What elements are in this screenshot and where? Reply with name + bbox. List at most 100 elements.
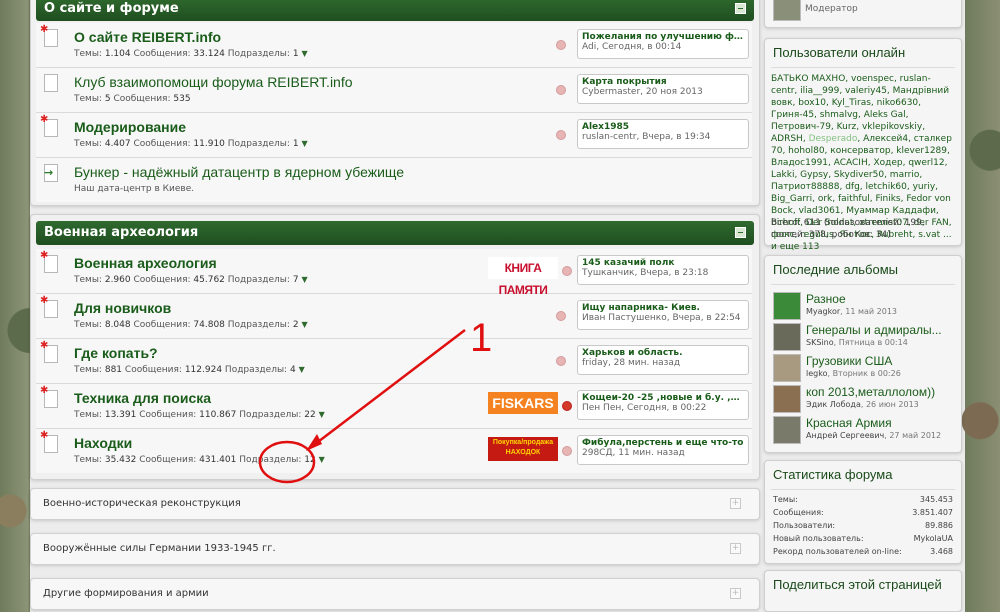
last-post-title[interactable]: 145 казачий полк — [582, 258, 744, 268]
last-post-author[interactable]: Тушканчик — [582, 268, 635, 278]
collapsed-section[interactable]: Вооружённые силы Германии 1933-1945 гг. … — [30, 533, 760, 565]
rss-icon[interactable] — [562, 266, 572, 276]
last-post-author[interactable]: 298СД — [582, 448, 613, 458]
section-header[interactable]: О сайте и форуме — [36, 0, 754, 21]
forum-title[interactable]: Где копать? — [74, 345, 158, 361]
last-post: 145 казачий полк Тушканчик, Вчера, в 23:… — [577, 255, 749, 285]
last-post-author[interactable]: ruslan-centr — [582, 132, 636, 142]
stat-row: Темы: 345.453 — [773, 495, 953, 504]
avatar[interactable] — [773, 0, 801, 21]
album-name[interactable]: Грузовики США — [806, 354, 892, 368]
rss-icon[interactable] — [562, 401, 572, 411]
album-item[interactable]: Красная Армия Андрей Сергеевич, 27 май 2… — [773, 416, 953, 444]
last-post-author[interactable]: Adi — [582, 42, 596, 52]
chevron-down-icon[interactable]: ▼ — [301, 139, 307, 148]
last-post-title[interactable]: Кощеи-20 -25 ,новые и б.у. ,в нали... — [582, 393, 744, 403]
album-thumbnail[interactable] — [773, 292, 801, 320]
chevron-down-icon[interactable]: ▼ — [301, 275, 307, 284]
last-post: Карта покрытия Cybermaster, 20 ноя 2013 — [577, 74, 749, 104]
chevron-down-icon[interactable]: ▼ — [299, 365, 305, 374]
last-post-title[interactable]: Alex1985 — [582, 122, 744, 132]
rss-icon[interactable] — [556, 130, 566, 140]
last-post-time: Вчера, в 19:34 — [642, 132, 711, 142]
forum-row: Бункер - надёжный датацентр в ядерном уб… — [36, 158, 752, 202]
last-post-title[interactable]: Харьков и область. — [582, 348, 744, 358]
expand-icon[interactable]: + — [730, 498, 741, 509]
rss-icon[interactable] — [556, 85, 566, 95]
last-post-title[interactable]: Пожелания по улучшению форума — [582, 32, 744, 42]
album-item[interactable]: Генералы и адмиралы... SKSino, Пятница в… — [773, 323, 953, 351]
forum-stats: Темы: 35.432 Сообщения: 431.401 Подразде… — [74, 455, 325, 465]
banner-nakhodki[interactable]: Покупка/продажа НАХОДОК — [488, 437, 558, 461]
section-title[interactable]: Военно-историческая реконструкция — [43, 498, 241, 509]
rss-icon[interactable] — [556, 40, 566, 50]
section-title[interactable]: О сайте и форуме — [44, 1, 179, 16]
last-post-time: Вчера, в 22:54 — [672, 313, 741, 323]
last-post-author[interactable]: Cybermaster — [582, 87, 640, 97]
forum-row: Находки Темы: 35.432 Сообщения: 431.401 … — [36, 429, 752, 473]
online-title: Пользователи онлайн — [773, 45, 906, 60]
forum-title[interactable]: О сайте REIBERT.info — [74, 29, 221, 45]
chevron-down-icon[interactable]: ▼ — [319, 410, 325, 419]
chevron-down-icon[interactable]: ▼ — [301, 320, 307, 329]
last-post-author[interactable]: friday — [582, 358, 608, 368]
album-thumbnail[interactable] — [773, 354, 801, 382]
album-name[interactable]: Генералы и адмиралы... — [806, 323, 942, 337]
expand-icon[interactable]: + — [730, 543, 741, 554]
forum-stats: Темы: 5 Сообщения: 535 — [74, 94, 191, 104]
forum-row: Военная археология Темы: 2.960 Сообщения… — [36, 249, 752, 297]
chevron-down-icon[interactable]: ▼ — [301, 49, 307, 58]
collapse-icon[interactable] — [735, 227, 746, 238]
last-post-author[interactable]: Пен Пен — [582, 403, 621, 413]
stat-row: Сообщения: 3.851.407 — [773, 508, 953, 517]
stat-row: Рекорд пользователей on-line: 3.468 — [773, 547, 953, 556]
forum-section: О сайте и форуме О сайте REIBERT.info Те… — [30, 0, 760, 206]
stat-row: Пользователи: 89.886 — [773, 521, 953, 530]
forum-title[interactable]: Техника для поиска — [74, 390, 211, 406]
newest-user-link[interactable]: MykolaUA — [914, 534, 953, 543]
link-forum-icon — [42, 164, 58, 184]
section-title[interactable]: Вооружённые силы Германии 1933-1945 гг. — [43, 543, 276, 554]
banner-fiskars[interactable]: FISKARS — [488, 392, 558, 414]
album-name[interactable]: Красная Армия — [806, 416, 892, 430]
section-header[interactable]: Военная археология — [36, 221, 754, 245]
album-item[interactable]: Грузовики США legko, Вторник в 00:26 — [773, 354, 953, 382]
last-post-time: Сегодня, в 00:14 — [601, 42, 682, 52]
rss-icon[interactable] — [556, 311, 566, 321]
last-post-author[interactable]: Иван Пастушенко — [582, 313, 667, 323]
album-name[interactable]: Разное — [806, 292, 846, 306]
collapsed-section[interactable]: Другие формирования и армии + — [30, 578, 760, 610]
rss-icon[interactable] — [562, 446, 572, 456]
last-post-title[interactable]: Фибула,перстень и еще что-то — [582, 438, 744, 448]
forum-row: Клуб взаимопомощи форума REIBERT.info Те… — [36, 68, 752, 113]
forum-title[interactable]: Модерирование — [74, 119, 186, 135]
forum-section: Военная археология Военная археология Те… — [30, 214, 760, 480]
forum-title[interactable]: Бункер - надёжный датацентр в ядерном уб… — [74, 164, 404, 180]
chevron-down-icon[interactable]: ▼ — [319, 455, 325, 464]
album-item[interactable]: коп 2013,металлолом)) Эдик Лобода, 26 ию… — [773, 385, 953, 413]
album-name[interactable]: коп 2013,металлолом)) — [806, 385, 935, 399]
online-users-box: Пользователи онлайн БАТЬКО МАХНО, voensp… — [764, 38, 962, 252]
forum-unread-icon — [40, 24, 58, 49]
forum-stats: Темы: 2.960 Сообщения: 45.762 Подразделы… — [74, 275, 308, 285]
album-item[interactable]: Разное Myagkor, 11 май 2013 — [773, 292, 953, 320]
expand-icon[interactable]: + — [730, 588, 741, 599]
rss-icon[interactable] — [556, 356, 566, 366]
album-thumbnail[interactable] — [773, 416, 801, 444]
section-title[interactable]: Другие формирования и армии — [43, 588, 209, 599]
album-thumbnail[interactable] — [773, 385, 801, 413]
album-thumbnail[interactable] — [773, 323, 801, 351]
forum-title[interactable]: Военная археология — [74, 255, 217, 271]
last-post-title[interactable]: Карта покрытия — [582, 77, 744, 87]
section-title[interactable]: Военная археология — [44, 225, 198, 240]
forum-title[interactable]: Клуб взаимопомощи форума REIBERT.info — [74, 74, 353, 90]
last-post-title[interactable]: Ищу напарника- Киев. — [582, 303, 744, 313]
collapse-icon[interactable] — [735, 3, 746, 14]
forum-stats: Темы: 13.391 Сообщения: 110.867 Подразде… — [74, 410, 325, 420]
collapsed-section[interactable]: Военно-историческая реконструкция + — [30, 488, 760, 520]
forum-title[interactable]: Для новичков — [74, 300, 171, 316]
forum-title[interactable]: Находки — [74, 435, 132, 451]
stat-row: Новый пользователь: MykolaUA — [773, 534, 953, 543]
banner-kniga-pamyati[interactable]: КНИГА ПАМЯТИ — [488, 257, 558, 297]
last-post-time: 20 ноя 2013 — [645, 87, 703, 97]
